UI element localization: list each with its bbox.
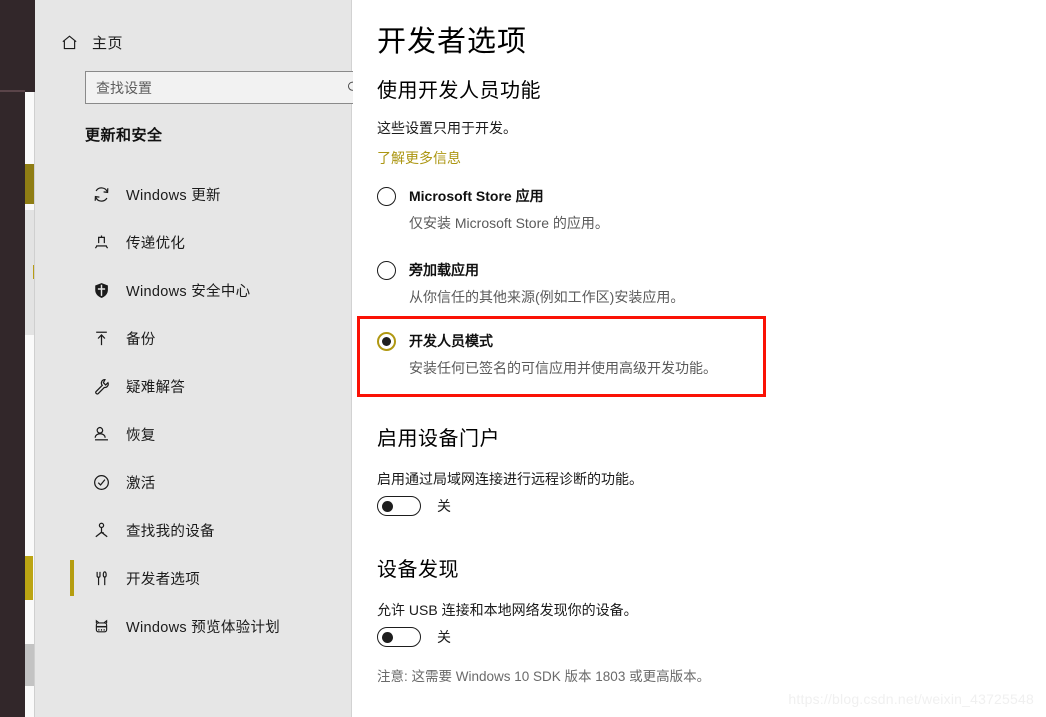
active-indicator: [70, 464, 74, 500]
search-box[interactable]: [85, 71, 370, 104]
active-indicator: [70, 368, 74, 404]
radio-option-microsoft-store-apps[interactable]: Microsoft Store 应用 仅安装 Microsoft Store 的…: [377, 186, 1017, 233]
recovery-icon: [85, 425, 117, 444]
device-discovery-note: 注意: 这需要 Windows 10 SDK 版本 1803 或更高版本。: [377, 669, 711, 684]
device-portal-heading: 启用设备门户: [377, 428, 500, 450]
active-indicator: [70, 176, 74, 212]
find-my-device-icon: [85, 521, 117, 540]
background-window-titlebar: [0, 0, 36, 92]
watermark: https://blog.csdn.net/weixin_43725548: [788, 691, 1034, 707]
sidebar-item-label: 恢复: [126, 427, 156, 444]
device-discovery-description: 允许 USB 连接和本地网络发现你的设备。: [377, 602, 638, 618]
sidebar-item-label: Windows 预览体验计划: [126, 619, 281, 636]
device-portal-toggle-row[interactable]: 关: [377, 496, 451, 516]
radio-option-sideload-apps[interactable]: 旁加载应用 从你信任的其他来源(例如工作区)安装应用。: [377, 260, 1017, 307]
radio-button[interactable]: [377, 260, 396, 280]
settings-content-pane: 开发者选项 使用开发人员功能 这些设置只用于开发。 了解更多信息 Microso…: [353, 0, 1046, 717]
radio-option-sublabel: 仅安装 Microsoft Store 的应用。: [409, 215, 609, 231]
radio-option-sublabel: 安装任何已签名的可信应用并使用高级开发功能。: [409, 360, 717, 376]
radio-button[interactable]: [377, 186, 396, 206]
wrench-icon: [85, 377, 117, 396]
sidebar-item-label: 传递优化: [126, 235, 186, 252]
radio-option-sublabel: 从你信任的其他来源(例如工作区)安装应用。: [409, 289, 685, 305]
developer-features-description: 这些设置只用于开发。: [377, 120, 517, 136]
sidebar-item-label: 开发者选项: [126, 571, 200, 588]
device-discovery-toggle[interactable]: [377, 627, 421, 647]
sidebar-item-label: Windows 安全中心: [126, 283, 251, 300]
radio-button-selected[interactable]: [377, 331, 396, 351]
sidebar-item-label: 查找我的设备: [126, 523, 215, 540]
sidebar-item-find-my-device[interactable]: 查找我的设备: [70, 506, 387, 554]
sidebar-item-label: 激活: [126, 475, 156, 492]
sidebar-item-home[interactable]: 主页: [48, 26, 131, 58]
sidebar-home-label: 主页: [92, 34, 124, 52]
device-discovery-heading: 设备发现: [377, 559, 459, 581]
device-portal-toggle[interactable]: [377, 496, 421, 516]
radio-option-label: Microsoft Store 应用: [409, 188, 544, 204]
sidebar-nav-list: Windows 更新 传递优化 Windows 安全中心 备份 疑难解答 恢复 …: [70, 170, 387, 650]
sidebar-item-developer-options[interactable]: 开发者选项: [70, 554, 387, 602]
active-indicator: [70, 512, 74, 548]
active-indicator: [70, 320, 74, 356]
background-window-body: [0, 92, 25, 717]
settings-window: 主页 更新和安全: [0, 0, 1046, 717]
background-accent-mark-3: [25, 556, 33, 600]
toggle-knob: [382, 631, 393, 643]
sidebar-item-troubleshoot[interactable]: 疑难解答: [70, 362, 387, 410]
radio-option-developer-mode[interactable]: 开发人员模式 安装任何已签名的可信应用并使用高级开发功能。: [377, 331, 1017, 378]
insider-ninjacat-icon: [85, 617, 117, 636]
active-indicator: [70, 560, 74, 596]
check-circle-icon: [85, 473, 117, 492]
sidebar-item-windows-security[interactable]: Windows 安全中心: [70, 266, 387, 314]
device-discovery-toggle-row[interactable]: 关: [377, 627, 451, 647]
device-portal-toggle-label: 关: [437, 498, 451, 514]
radio-option-label: 开发人员模式: [409, 333, 493, 349]
home-icon: [56, 33, 82, 52]
shield-icon: [85, 281, 117, 300]
active-indicator: [70, 416, 74, 452]
sidebar-item-label: 疑难解答: [126, 379, 186, 396]
sidebar-item-windows-update[interactable]: Windows 更新: [70, 170, 387, 218]
backup-upload-icon: [85, 329, 117, 348]
sidebar-item-activation[interactable]: 激活: [70, 458, 387, 506]
page-title: 开发者选项: [377, 26, 528, 58]
learn-more-link[interactable]: 了解更多信息: [377, 148, 461, 168]
device-portal-description: 启用通过局域网连接进行远程诊断的功能。: [377, 471, 643, 487]
sync-refresh-icon: [85, 185, 117, 204]
sidebar-item-windows-insider[interactable]: Windows 预览体验计划: [70, 602, 387, 650]
sidebar-item-delivery-optimization[interactable]: 传递优化: [70, 218, 387, 266]
search-input[interactable]: [86, 72, 339, 103]
sidebar-item-recovery[interactable]: 恢复: [70, 410, 387, 458]
developer-tools-icon: [85, 569, 117, 588]
sidebar-item-backup[interactable]: 备份: [70, 314, 387, 362]
settings-sidebar: 主页 更新和安全: [35, 0, 370, 717]
sidebar-item-label: Windows 更新: [126, 187, 221, 204]
active-indicator: [70, 272, 74, 308]
toggle-knob: [382, 500, 393, 512]
device-discovery-toggle-label: 关: [437, 629, 451, 645]
radio-option-label: 旁加载应用: [409, 262, 479, 278]
sidebar-category-title: 更新和安全: [85, 127, 163, 144]
developer-features-heading: 使用开发人员功能: [377, 80, 541, 102]
sidebar-item-label: 备份: [126, 331, 156, 348]
active-indicator: [70, 224, 74, 260]
active-indicator: [70, 608, 74, 644]
delivery-optimization-icon: [85, 233, 117, 252]
